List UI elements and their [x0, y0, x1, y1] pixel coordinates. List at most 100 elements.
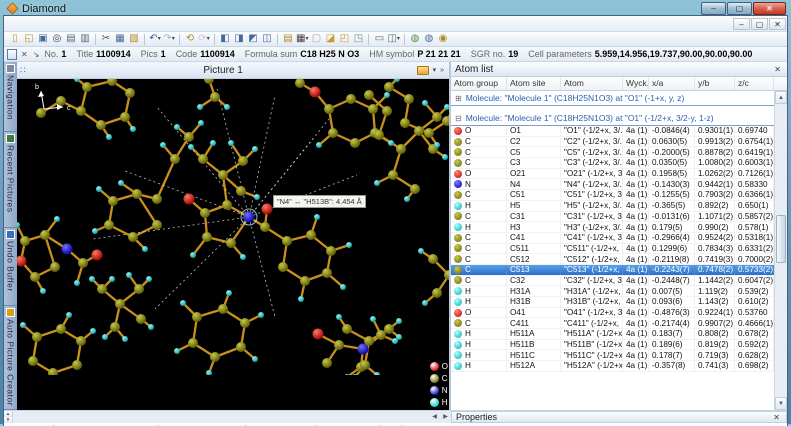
menu-edit[interactable] [18, 23, 30, 25]
find-button[interactable]: ◎ [50, 33, 64, 46]
mdi-restore-button[interactable]: ▢ [751, 18, 768, 30]
scrollbar-thumb[interactable] [776, 215, 786, 263]
folder-picture-button[interactable]: ◰ [337, 33, 351, 46]
data-brick-button[interactable]: ▤ [281, 33, 295, 46]
photo-blue-button[interactable]: ◍ [422, 33, 436, 46]
panel-tab-left-icon[interactable]: ◀ [429, 411, 440, 423]
preview-button[interactable]: ▤ [64, 33, 78, 46]
properties-close-icon[interactable]: ✕ [771, 413, 782, 422]
table-row[interactable]: O O41 "O41" (-1/2+x, 3... 4a (1) -0.4876… [451, 308, 774, 319]
title-bar[interactable]: Diamond – ▢ ✕ [3, 2, 788, 15]
goto-structure-icon[interactable]: ↘ [33, 50, 40, 59]
expand-collapse-icon[interactable]: ⊞ [455, 94, 462, 103]
column-header[interactable]: Atom [561, 77, 623, 90]
mdi-minimize-button[interactable]: – [733, 18, 750, 30]
properties-panel-header[interactable]: Properties ✕ [451, 411, 787, 423]
column-header[interactable]: x/a [649, 77, 695, 90]
table-row[interactable]: H H511C "H511C" (-1/2+x... 4a (1) 0.178(… [451, 350, 774, 361]
picture-folder-icon[interactable] [417, 66, 429, 75]
new-picture-button[interactable]: ◪ [323, 33, 337, 46]
table-mode-button[interactable]: ▦▾ [295, 33, 309, 46]
copy-button[interactable]: ▦ [113, 33, 127, 46]
dropdown-arrow-icon[interactable]: ▾ [158, 33, 161, 45]
maximize-button[interactable]: ▢ [727, 2, 752, 15]
table-row[interactable]: H H511B "H511B" (-1/2+x... 4a (1) 0.189(… [451, 340, 774, 351]
table-row[interactable]: H H31A "H31A" (-1/2+x, ... 4a (1) 0.007(… [451, 286, 774, 297]
panel-tab-right-icon[interactable]: ▶ [440, 411, 451, 423]
close-structure-icon[interactable]: ✕ [21, 50, 28, 59]
table-row[interactable]: C C31 "C31" (-1/2+x, 3... 4a (1) -0.0131… [451, 212, 774, 223]
view-picture-button[interactable]: ◨ [232, 33, 246, 46]
sidebar-tab-undo-buffer[interactable]: Undo Buffer [4, 228, 17, 306]
table-row[interactable]: C C513 "C513" (-1/2+x, ... 4a (1) -0.224… [451, 265, 774, 276]
paste-button[interactable]: ▧ [127, 33, 141, 46]
comment-button[interactable]: ▭ [372, 33, 386, 46]
table-row[interactable]: C C411 "C411" (-1/2+x, ... 4a (1) -0.217… [451, 318, 774, 329]
overflow-chevron-icon[interactable]: » [440, 67, 444, 74]
structure-canvas[interactable]: bc "N4" ↔ "H513B": 4.454 Å O C N [17, 79, 449, 410]
menu-picture[interactable] [54, 23, 66, 25]
forward-button[interactable]: ⟳▾ [197, 33, 211, 46]
atom-list-header[interactable]: Atom list ✕ [451, 62, 787, 77]
table-row[interactable]: H H31B "H31B" (-1/2+x, ... 4a (1) 0.093(… [451, 297, 774, 308]
sidebar-tab-auto-picture-creator[interactable]: Auto Picture Creator [4, 306, 17, 410]
column-header[interactable]: z/c [735, 77, 774, 90]
save-button[interactable]: ▣ [36, 33, 50, 46]
undo-button[interactable]: ↶▾ [148, 33, 162, 46]
drag-handle-icon[interactable]: ∷ [20, 65, 26, 76]
menu-help[interactable] [126, 23, 138, 25]
table-row[interactable]: O O21 "O21" (-1/2+x, 3... 4a (1) 0.1958(… [451, 169, 774, 180]
menu-tools[interactable] [102, 23, 114, 25]
menu-view[interactable] [30, 23, 42, 25]
menu-window[interactable] [114, 23, 126, 25]
table-row[interactable]: C C41 "C41" (-1/2+x, 3... 4a (1) -0.2966… [451, 233, 774, 244]
menu-structure[interactable] [42, 23, 54, 25]
sidebar-tab-recent-pictures[interactable]: Recent Pictures [4, 132, 17, 228]
view-structure-button[interactable]: ◧ [218, 33, 232, 46]
picture-spinner[interactable]: ▲▼ [4, 411, 13, 423]
layout-button[interactable]: ◫▾ [386, 33, 400, 46]
table-row[interactable]: H H5 "H5" (-1/2+x, 3/... 4a (1) -0.365(5… [451, 201, 774, 212]
view-data-button[interactable]: ◫ [260, 33, 274, 46]
menu-objects[interactable] [78, 23, 90, 25]
column-header[interactable]: Atom site [507, 77, 561, 90]
table-row[interactable]: N N4 "N4" (-1/2+x, 3/... 4a (1) -0.1430(… [451, 179, 774, 190]
redo-button[interactable]: ↷▾ [162, 33, 176, 46]
menu-move[interactable] [90, 23, 102, 25]
table-row[interactable]: C C32 "C32" (-1/2+x, 3... 4a (1) -0.2448… [451, 276, 774, 287]
photo-gold-button[interactable]: ◉ [436, 33, 450, 46]
back-button[interactable]: ⟲ [183, 33, 197, 46]
mdi-close-button[interactable]: ✕ [769, 18, 786, 30]
table-row[interactable]: O O1 "O1" (-1/2+x, 3/... 4a (1) -0.0846(… [451, 126, 774, 137]
close-button[interactable]: ✕ [753, 2, 786, 15]
menu-file[interactable] [6, 23, 18, 25]
open-button[interactable]: ◱ [22, 33, 36, 46]
view-split-button[interactable]: ◩ [246, 33, 260, 46]
minimize-button[interactable]: – [701, 2, 726, 15]
dropdown-arrow-icon[interactable]: ▾ [207, 33, 210, 45]
dropdown-arrow-icon[interactable]: ▾ [397, 33, 400, 45]
column-header[interactable]: Atom group [451, 77, 507, 90]
table-row[interactable]: C C511 "C511" (-1/2+x, ... 4a (1) 0.1299… [451, 244, 774, 255]
print-button[interactable]: ▥ [78, 33, 92, 46]
sidebar-tab-navigation[interactable]: Navigation [4, 62, 17, 132]
picture-dropdown-icon[interactable]: ▾ [433, 66, 437, 74]
column-header[interactable]: Wyck. [623, 77, 649, 90]
vertical-scrollbar[interactable]: ▲ ▼ [774, 91, 787, 410]
photo-green-button[interactable]: ◍ [408, 33, 422, 46]
dropdown-arrow-icon[interactable]: ▾ [172, 33, 175, 45]
menu-build[interactable] [66, 23, 78, 25]
table-row[interactable]: C C3 "C3" (-1/2+x, 3/... 4a (1) 0.0350(5… [451, 158, 774, 169]
table-row[interactable]: C C512 "C512" (-1/2+x, ... 4a (1) -0.211… [451, 254, 774, 265]
table-row[interactable]: C C2 "C2" (-1/2+x, 3/... 4a (1) 0.0630(5… [451, 137, 774, 148]
atom-list-close-icon[interactable]: ✕ [772, 65, 783, 74]
scroll-up-icon[interactable]: ▲ [775, 91, 787, 104]
column-header[interactable]: y/b [695, 77, 735, 90]
table-row[interactable]: C C5 "C5" (-1/2+x, 3/... 4a (1) -0.2000(… [451, 147, 774, 158]
molecule-drawing[interactable]: bc [17, 79, 449, 375]
table-row[interactable]: H H512A "H512A" (-1/2+x... 4a (1) -0.357… [451, 361, 774, 372]
expand-collapse-icon[interactable]: ⊟ [455, 114, 462, 123]
molecule-group-row[interactable]: ⊞ Molecule: "Molecule 1" (C18H25N1O3) at… [451, 91, 774, 106]
dropdown-arrow-icon[interactable]: ▾ [305, 33, 308, 45]
cut-button[interactable]: ✂ [99, 33, 113, 46]
